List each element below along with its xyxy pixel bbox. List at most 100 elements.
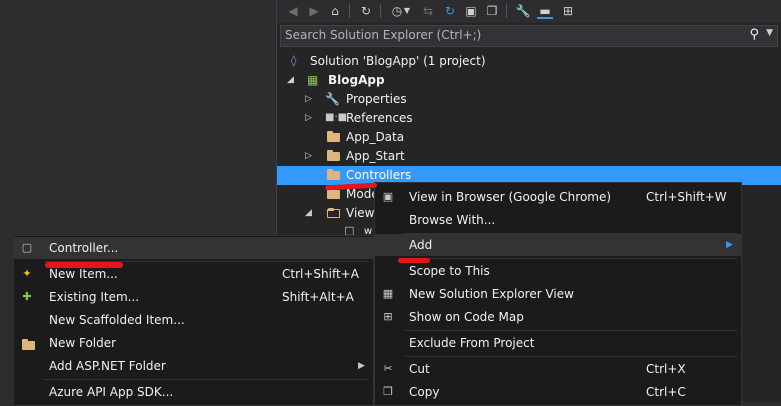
menu-item-label: Existing Item...	[49, 290, 140, 304]
context-menu: ▣ View in Browser (Google Chrome) Ctrl+S…	[374, 182, 742, 406]
menu-separator	[405, 330, 737, 331]
menu-item-label: Add ASP.NET Folder	[49, 359, 166, 373]
scissors-icon: ✂	[383, 362, 393, 375]
menu-item-label: New Solution Explorer View	[409, 287, 574, 301]
submenu-item-azure-api-app-sdk[interactable]: Azure API App SDK...	[14, 381, 373, 403]
menu-item-browse-with[interactable]: Browse With...	[375, 209, 741, 231]
open-folder-icon	[327, 208, 340, 218]
toolbar-separator	[349, 4, 350, 18]
forward-icon[interactable]: ▶	[306, 3, 322, 19]
menu-separator	[405, 356, 737, 357]
search-icon[interactable]: ⚲	[749, 27, 759, 42]
new-item-icon: ✦	[22, 267, 32, 280]
browser-icon: ▣	[382, 190, 394, 203]
new-view-icon: ▦	[382, 287, 394, 300]
add-submenu: ▢ Controller... ✦ New Item... Ctrl+Shift…	[13, 235, 374, 406]
menu-item-cut[interactable]: ✂ Cut Ctrl+X	[375, 358, 741, 380]
tree-item-label: Properties	[346, 92, 407, 106]
sync-icon[interactable]: ⇆	[420, 3, 436, 19]
code-map-icon: ⊞	[383, 310, 393, 323]
collapsed-arrow-icon[interactable]: ▷	[305, 147, 312, 166]
menu-item-label: Azure API App SDK...	[49, 385, 174, 399]
chevron-down-icon[interactable]: ▼	[766, 28, 773, 38]
menu-item-label: Cut	[409, 362, 430, 376]
copy-icon: ❐	[383, 385, 393, 398]
menu-item-add[interactable]: Add ▶	[375, 234, 741, 256]
references-icon: ■·■	[325, 112, 348, 123]
menu-item-copy[interactable]: ❐ Copy Ctrl+C	[375, 381, 741, 403]
expanded-arrow-icon[interactable]: ◢	[305, 204, 312, 223]
tree-item-app-data[interactable]: App_Data	[277, 128, 781, 147]
folder-icon	[327, 169, 340, 180]
tree-item-app-start[interactable]: ▷ App_Start	[277, 147, 781, 166]
class-view-icon[interactable]: ⊞	[560, 3, 576, 19]
wrench-icon: 🔧	[325, 92, 340, 106]
folder-icon	[327, 150, 340, 161]
tree-item-label: References	[346, 111, 413, 125]
menu-item-view-in-browser[interactable]: ▣ View in Browser (Google Chrome) Ctrl+S…	[375, 186, 741, 208]
tree-item-label: App_Data	[346, 130, 405, 144]
menu-item-shortcut: Ctrl+Shift+A	[282, 267, 359, 281]
tree-item-label: App_Start	[346, 149, 405, 163]
submenu-item-new-scaffolded-item[interactable]: New Scaffolded Item...	[14, 309, 373, 331]
menu-item-show-on-code-map[interactable]: ⊞ Show on Code Map	[375, 306, 741, 328]
menu-item-label: Controller...	[49, 241, 119, 255]
submenu-arrow-icon: ▶	[726, 240, 733, 250]
menu-item-label: Browse With...	[409, 213, 496, 227]
submenu-arrow-icon: ▶	[358, 361, 365, 371]
menu-item-label: New Scaffolded Item...	[49, 313, 185, 327]
expanded-arrow-icon[interactable]: ◢	[287, 71, 294, 90]
controller-file-icon: ▢	[21, 241, 33, 254]
show-all-files-icon[interactable]: ❐	[484, 3, 500, 19]
submenu-item-new-folder[interactable]: New Folder	[14, 332, 373, 354]
menu-item-label: Exclude From Project	[409, 336, 535, 350]
menu-item-label: View in Browser (Google Chrome)	[409, 190, 612, 204]
tree-item-solution[interactable]: ◊ Solution 'BlogApp' (1 project)	[277, 52, 781, 71]
wrench-icon[interactable]: 🔧	[515, 3, 531, 19]
search-input[interactable]: Search Solution Explorer (Ctrl+;)	[285, 28, 481, 42]
back-icon[interactable]: ◀	[285, 3, 301, 19]
menu-separator	[44, 379, 369, 380]
menu-item-new-solution-explorer-view[interactable]: ▦ New Solution Explorer View	[375, 283, 741, 305]
tree-item-references[interactable]: ▷ ■·■ References	[277, 109, 781, 128]
sync-active-document-icon[interactable]: ↻	[358, 3, 374, 19]
refresh-icon[interactable]: ↻	[442, 3, 458, 19]
folder-icon	[327, 188, 340, 199]
menu-item-shortcut: Shift+Alt+A	[282, 290, 354, 304]
annotation-underline	[398, 258, 430, 263]
toolbar-separator	[380, 4, 381, 18]
preview-selected-items-icon[interactable]: ▬	[537, 3, 553, 19]
menu-item-shortcut: Ctrl+C	[646, 385, 686, 399]
submenu-item-add-aspnet-folder[interactable]: Add ASP.NET Folder ▶	[14, 355, 373, 377]
submenu-item-controller[interactable]: ▢ Controller...	[14, 237, 373, 259]
menu-separator	[405, 258, 737, 259]
folder-icon	[22, 339, 35, 350]
folder-icon	[327, 131, 340, 142]
chevron-down-icon[interactable]: ▼	[403, 3, 411, 19]
menu-item-exclude-from-project[interactable]: Exclude From Project	[375, 332, 741, 354]
web-project-icon: ▦	[307, 73, 319, 87]
collapse-all-icon[interactable]: ▣	[463, 3, 479, 19]
toolbar-separator	[506, 4, 507, 18]
tree-item-properties[interactable]: ▷ 🔧 Properties	[277, 90, 781, 109]
collapsed-arrow-icon[interactable]: ▷	[305, 90, 312, 109]
menu-item-label: Copy	[409, 385, 440, 399]
annotation-underline	[45, 262, 123, 268]
existing-item-icon: ✚	[22, 290, 32, 303]
tree-item-project[interactable]: ◢ ▦ BlogApp	[277, 71, 781, 90]
menu-item-shortcut: Ctrl+Shift+W	[646, 190, 727, 204]
menu-item-label: Show on Code Map	[409, 310, 524, 324]
home-icon[interactable]: ⌂	[327, 3, 343, 19]
menu-item-label: Add	[409, 238, 433, 252]
submenu-item-existing-item[interactable]: ✚ Existing Item... Shift+Alt+A	[14, 286, 373, 308]
search-box[interactable]: Search Solution Explorer (Ctrl+;) ⚲ ▼	[280, 25, 778, 47]
menu-item-scope-to-this[interactable]: Scope to This	[375, 260, 741, 282]
menu-item-shortcut: Ctrl+X	[646, 362, 686, 376]
collapsed-arrow-icon[interactable]: ▷	[305, 109, 312, 128]
tree-item-label: BlogApp	[328, 73, 385, 87]
tree-item-label: Solution 'BlogApp' (1 project)	[310, 54, 486, 68]
menu-item-label: Scope to This	[409, 264, 490, 278]
solution-explorer-toolbar: ◀ ▶ ⌂ ↻ ◷ ▼ ⇆ ↻ ▣ ❐ 🔧 ▬ ⊞	[277, 0, 781, 23]
menu-item-label: New Folder	[49, 336, 117, 350]
solution-icon: ◊	[291, 54, 297, 67]
